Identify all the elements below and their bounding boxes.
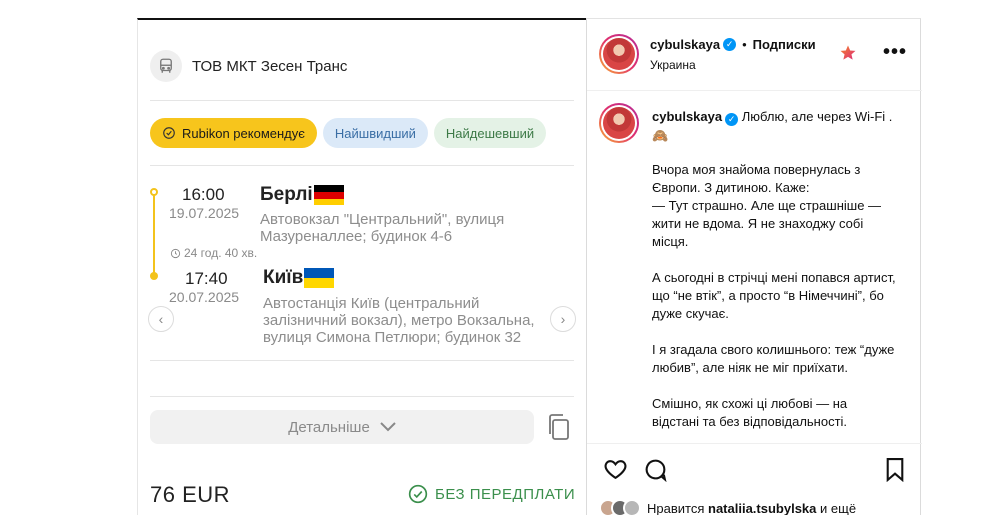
post-panel: cybulskaya ✓ • Подписки Украина ••• cybu… [586, 18, 922, 515]
star-icon[interactable] [839, 44, 857, 62]
caption-paragraph: І я згадала свого колишнього: теж “дуже … [652, 342, 895, 375]
bus-icon [150, 50, 182, 82]
author-avatar[interactable] [599, 34, 639, 74]
timeline-start-dot [150, 188, 158, 196]
chevron-left-icon: ‹ [158, 311, 164, 327]
caption-paragraph: А сьогодні в стрічці мені попався артист… [652, 270, 896, 321]
caption-username[interactable]: cybulskaya [652, 109, 722, 124]
trip-duration: 24 год. 40 хв. [170, 246, 257, 260]
heart-icon[interactable] [603, 457, 628, 482]
caption-paragraph: Смішно, як схожі ці любові — на відстані… [652, 396, 848, 429]
caption-avatar[interactable] [599, 103, 639, 143]
copy-icon[interactable] [546, 413, 570, 441]
caption-header: cybulskaya ✓ Люблю, але через Wi-Fi .🙈 [652, 107, 902, 145]
details-label: Детальніше [288, 418, 370, 436]
check-circle-icon [408, 484, 428, 504]
germany-flag-icon [313, 185, 344, 205]
arrival-city-name: Київ [263, 267, 304, 288]
liker-avatar [623, 499, 641, 515]
tag-fastest[interactable]: Найшвидший [322, 118, 428, 148]
tag-recommended[interactable]: Rubikon рекомендує [150, 118, 317, 148]
arrival-time: 17:40 [185, 269, 228, 288]
author-line: cybulskaya ✓ • Подписки [650, 37, 816, 52]
caption-body: Вчора моя знайома повернулась з Європи. … [652, 161, 897, 443]
chevron-right-icon: › [560, 311, 566, 327]
post-caption: cybulskaya ✓ Люблю, але через Wi-Fi .🙈 Вч… [599, 103, 909, 443]
caption-paragraph: Вчора моя знайома повернулась з Європи. … [652, 162, 882, 249]
arrival-city: Київ [263, 267, 335, 289]
clock-icon [170, 248, 181, 258]
media-prev-button[interactable]: ‹ [148, 306, 174, 332]
post-media: ТОВ МКТ Зесен Транс Rubikon рекомендує Н… [137, 18, 586, 515]
verified-icon: ✓ [723, 38, 737, 51]
divider [150, 360, 574, 361]
carrier-row: ТОВ МКТ Зесен Транс [150, 50, 347, 82]
ukraine-flag-icon [304, 268, 335, 288]
trip-duration-text: 24 год. 40 хв. [184, 246, 258, 260]
post-location[interactable]: Украина [650, 58, 696, 72]
carrier-name: ТОВ МКТ Зесен Транс [192, 57, 348, 75]
post-actions: Нравится nataliia.tsubylska и ещё [587, 443, 922, 515]
departure-time: 16:00 [182, 185, 225, 204]
route-tags: Rubikon рекомендує Найшвидший Найдешевши… [150, 118, 547, 148]
tag-cheapest[interactable]: Найдешевший [433, 118, 547, 148]
likes-summary[interactable]: Нравится nataliia.tsubylska и ещё [599, 499, 856, 515]
no-prepayment-badge: БЕЗ ПЕРЕДПЛАТИ [408, 484, 575, 504]
separator-dot: • [742, 37, 747, 52]
author-username[interactable]: cybulskaya [650, 37, 720, 52]
following-button[interactable]: Подписки [753, 37, 816, 52]
departure-city-name: Берлі [260, 184, 313, 205]
divider [150, 165, 574, 166]
route-timeline: 16:00 19.07.2025 Берлі Автовокзал "Центр… [150, 180, 574, 355]
likes-text: Нравится nataliia.tsubylska и ещё [647, 500, 857, 515]
comment-icon[interactable] [643, 457, 668, 482]
divider [150, 100, 574, 101]
tag-cheapest-label: Найдешевший [445, 125, 535, 141]
no-prepayment-label: БЕЗ ПЕРЕДПЛАТИ [435, 485, 576, 503]
timeline-end-dot [150, 272, 158, 280]
departure-address: Автовокзал "Центральний", вулиця Мазурен… [260, 211, 505, 245]
tag-fastest-label: Найшвидший [334, 125, 416, 141]
bookmark-icon[interactable] [884, 457, 906, 482]
departure-city: Берлі [260, 184, 344, 206]
instagram-post-view: ТОВ МКТ Зесен Транс Rubikon рекомендує Н… [0, 0, 995, 515]
verified-icon: ✓ [725, 113, 739, 126]
tag-recommended-label: Rubikon рекомендує [182, 125, 305, 141]
ticket-price: 76 EUR [150, 482, 231, 507]
arrival-date: 20.07.2025 [169, 289, 240, 305]
details-button[interactable]: Детальніше [150, 410, 534, 444]
departure-date: 19.07.2025 [169, 205, 240, 221]
media-next-button[interactable]: › [550, 306, 576, 332]
chevron-down-icon [380, 422, 396, 432]
post-header: cybulskaya ✓ • Подписки Украина ••• [587, 19, 922, 91]
divider [150, 396, 574, 397]
more-options-icon[interactable]: ••• [883, 41, 907, 64]
timeline-line [153, 190, 155, 275]
arrival-address: Автостанція Київ (центральний залізнични… [263, 295, 535, 346]
badge-check-icon [163, 127, 175, 139]
